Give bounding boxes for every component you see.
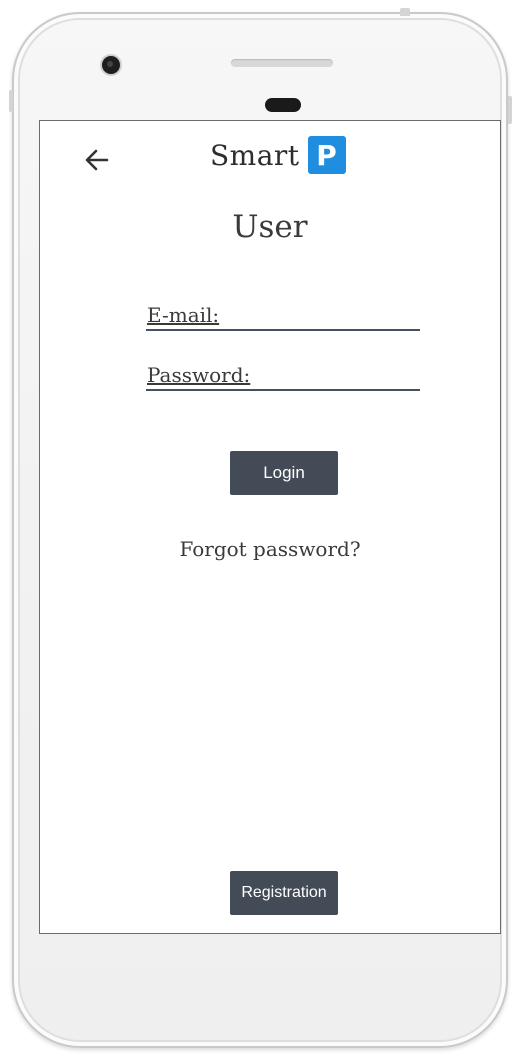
power-button — [400, 8, 410, 16]
email-label: E-mail: — [147, 303, 220, 327]
page-title: User — [232, 209, 308, 245]
password-label: Password: — [147, 363, 251, 387]
front-camera-icon — [102, 56, 120, 74]
parking-logo-icon: P — [307, 136, 346, 174]
side-button — [508, 96, 512, 124]
password-field[interactable]: Password: — [146, 361, 420, 391]
back-button[interactable] — [80, 143, 114, 177]
forgot-password-link[interactable]: Forgot password? — [40, 537, 500, 561]
brand-text: Smart — [210, 138, 300, 172]
brand-logo: Smart P — [210, 135, 346, 175]
volume-button — [9, 90, 13, 112]
registration-button[interactable]: Registration — [230, 871, 338, 915]
arrow-left-icon — [85, 149, 109, 171]
password-input[interactable] — [256, 363, 420, 387]
app-screen: Smart P User E-mail: Password: Login For… — [39, 120, 501, 934]
earpiece-icon — [265, 98, 301, 112]
speaker-grille — [231, 59, 333, 67]
email-input[interactable] — [242, 303, 420, 327]
login-button[interactable]: Login — [230, 451, 338, 495]
email-field[interactable]: E-mail: — [146, 301, 420, 331]
